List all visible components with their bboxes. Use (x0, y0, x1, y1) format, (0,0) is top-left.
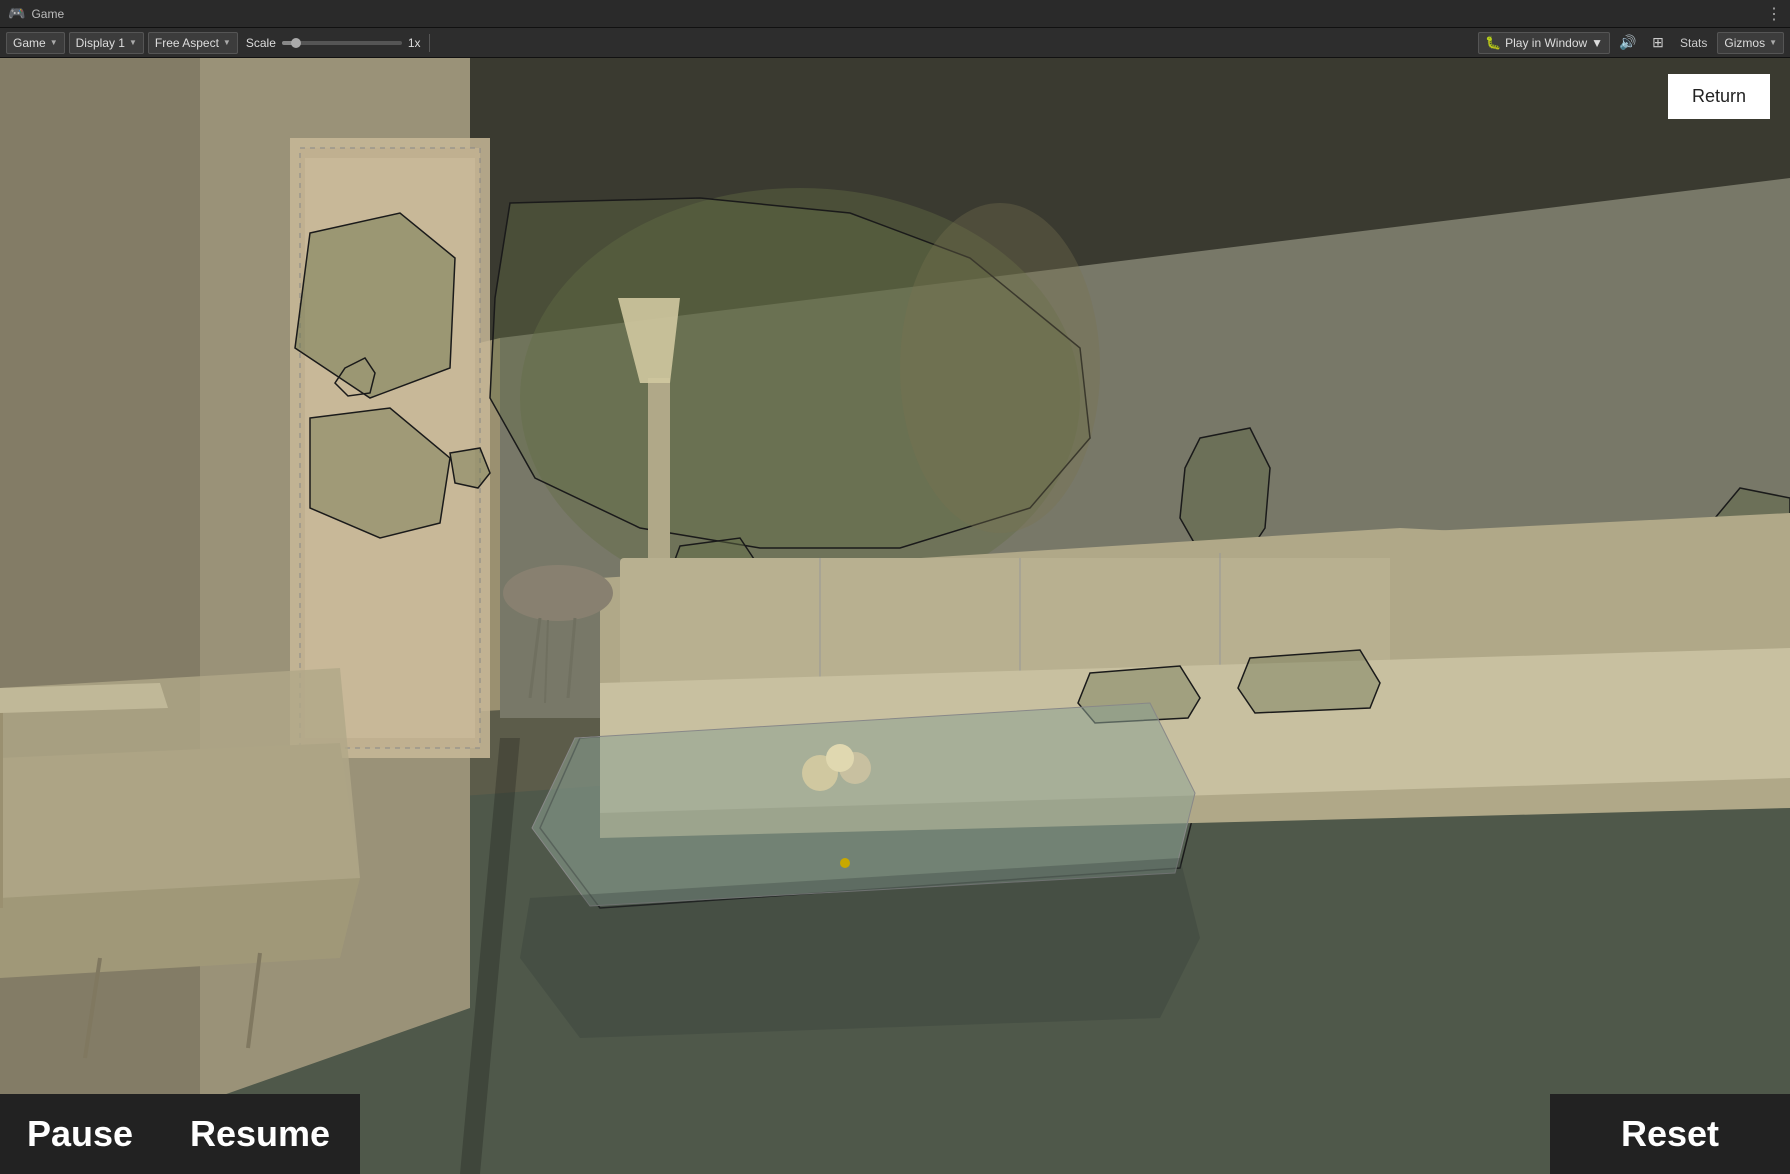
scale-value: 1x (408, 36, 421, 50)
gizmos-label: Gizmos (1724, 36, 1765, 50)
title-bar: 🎮 Game ⋮ (0, 0, 1790, 28)
window-title: Game (31, 7, 64, 21)
scale-label: Scale (246, 36, 276, 50)
play-in-window-label: Play in Window (1505, 36, 1587, 50)
scale-thumb[interactable] (291, 38, 301, 48)
play-dropdown-arrow: ▼ (1591, 36, 1603, 50)
aspect-dropdown[interactable]: Free Aspect ▼ (148, 32, 238, 54)
stats-button[interactable]: Stats (1676, 34, 1711, 52)
bottom-spacer (360, 1094, 1550, 1174)
toolbar-separator (429, 34, 430, 52)
game-label: Game (13, 36, 46, 50)
game-dropdown[interactable]: Game ▼ (6, 32, 65, 54)
reset-button[interactable]: Reset (1550, 1094, 1790, 1174)
toolbar: Game ▼ Display 1 ▼ Free Aspect ▼ Scale 1… (0, 28, 1790, 58)
gizmos-dropdown[interactable]: Gizmos ▼ (1717, 32, 1784, 54)
resume-button[interactable]: Resume (160, 1094, 360, 1174)
display-dropdown[interactable]: Display 1 ▼ (69, 32, 144, 54)
play-in-window-dropdown[interactable]: 🐛 Play in Window ▼ (1478, 32, 1610, 54)
aspect-dropdown-arrow: ▼ (223, 38, 231, 47)
game-view: Return Pause Resume Reset (0, 58, 1790, 1174)
kebab-menu-icon[interactable]: ⋮ (1766, 4, 1782, 24)
bottom-buttons: Pause Resume Reset (0, 1094, 1790, 1174)
scale-slider[interactable] (282, 41, 402, 45)
game-icon: 🎮 (8, 5, 25, 22)
scene-svg (0, 58, 1790, 1174)
display-label: Display 1 (76, 36, 125, 50)
layout-icon[interactable]: ⊞ (1646, 32, 1670, 54)
return-button[interactable]: Return (1668, 74, 1770, 119)
pause-button[interactable]: Pause (0, 1094, 160, 1174)
bug-icon: 🐛 (1485, 35, 1501, 51)
toolbar-right: 🐛 Play in Window ▼ 🔊 ⊞ Stats Gizmos ▼ (1478, 32, 1784, 54)
game-dropdown-arrow: ▼ (50, 38, 58, 47)
gizmos-dropdown-arrow: ▼ (1769, 38, 1777, 47)
scale-control: Scale 1x (246, 36, 421, 50)
audio-icon[interactable]: 🔊 (1616, 32, 1640, 54)
display-dropdown-arrow: ▼ (129, 38, 137, 47)
aspect-label: Free Aspect (155, 36, 219, 50)
